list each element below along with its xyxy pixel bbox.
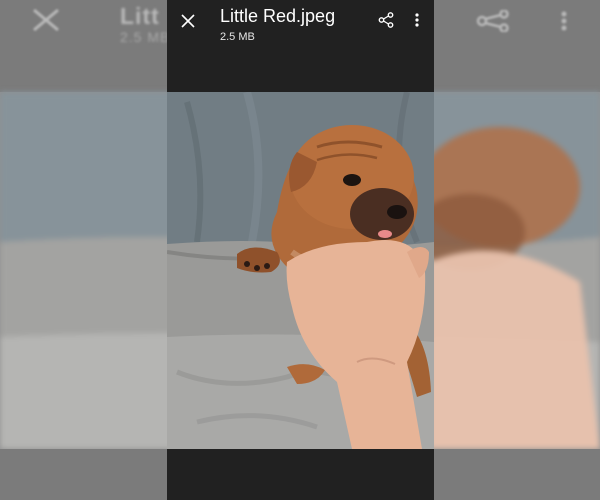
file-size: 2.5 MB bbox=[220, 31, 255, 43]
viewer-toolbar: Little Red.jpeg 2.5 MB bbox=[167, 0, 434, 92]
background-size-fragment: 2.5 MB bbox=[120, 29, 171, 45]
image-viewer: Little Red.jpeg 2.5 MB bbox=[167, 0, 434, 500]
more-vertical-icon bbox=[415, 13, 419, 27]
viewer-bottom-bar bbox=[167, 449, 434, 500]
background-share-icon bbox=[476, 10, 512, 32]
close-button[interactable] bbox=[175, 8, 201, 34]
background-title-fragment: Litt bbox=[120, 3, 160, 29]
file-title: Little Red.jpeg bbox=[220, 6, 336, 26]
background-close-icon bbox=[30, 6, 62, 34]
photo[interactable] bbox=[167, 92, 434, 449]
more-options-button[interactable] bbox=[410, 9, 424, 31]
background-more-icon bbox=[558, 10, 570, 32]
share-icon bbox=[378, 12, 394, 28]
share-button[interactable] bbox=[375, 9, 397, 31]
close-icon bbox=[181, 14, 195, 28]
